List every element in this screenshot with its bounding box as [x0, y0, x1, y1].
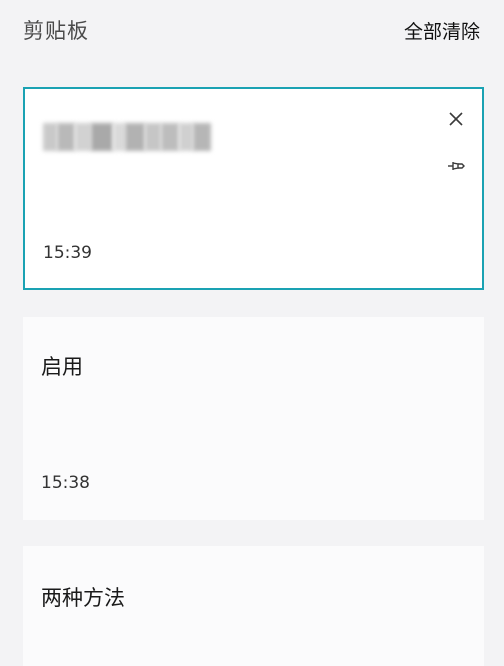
close-icon[interactable]: [448, 111, 464, 127]
item-text: 两种方法: [41, 586, 125, 610]
blurred-content: [43, 123, 211, 151]
pin-icon[interactable]: [446, 158, 466, 174]
item-text: 启用: [41, 355, 83, 379]
item-time: 15:38: [41, 473, 90, 493]
clipboard-header: 剪贴板 全部清除: [0, 0, 504, 60]
item-time: 15:39: [43, 243, 92, 263]
clipboard-item-1[interactable]: 15:39: [23, 87, 484, 290]
clear-all-button[interactable]: 全部清除: [404, 17, 480, 44]
clipboard-item-2[interactable]: 启用 15:38: [23, 317, 484, 520]
page-title: 剪贴板: [23, 19, 89, 43]
clipboard-item-3[interactable]: 两种方法: [23, 546, 484, 666]
